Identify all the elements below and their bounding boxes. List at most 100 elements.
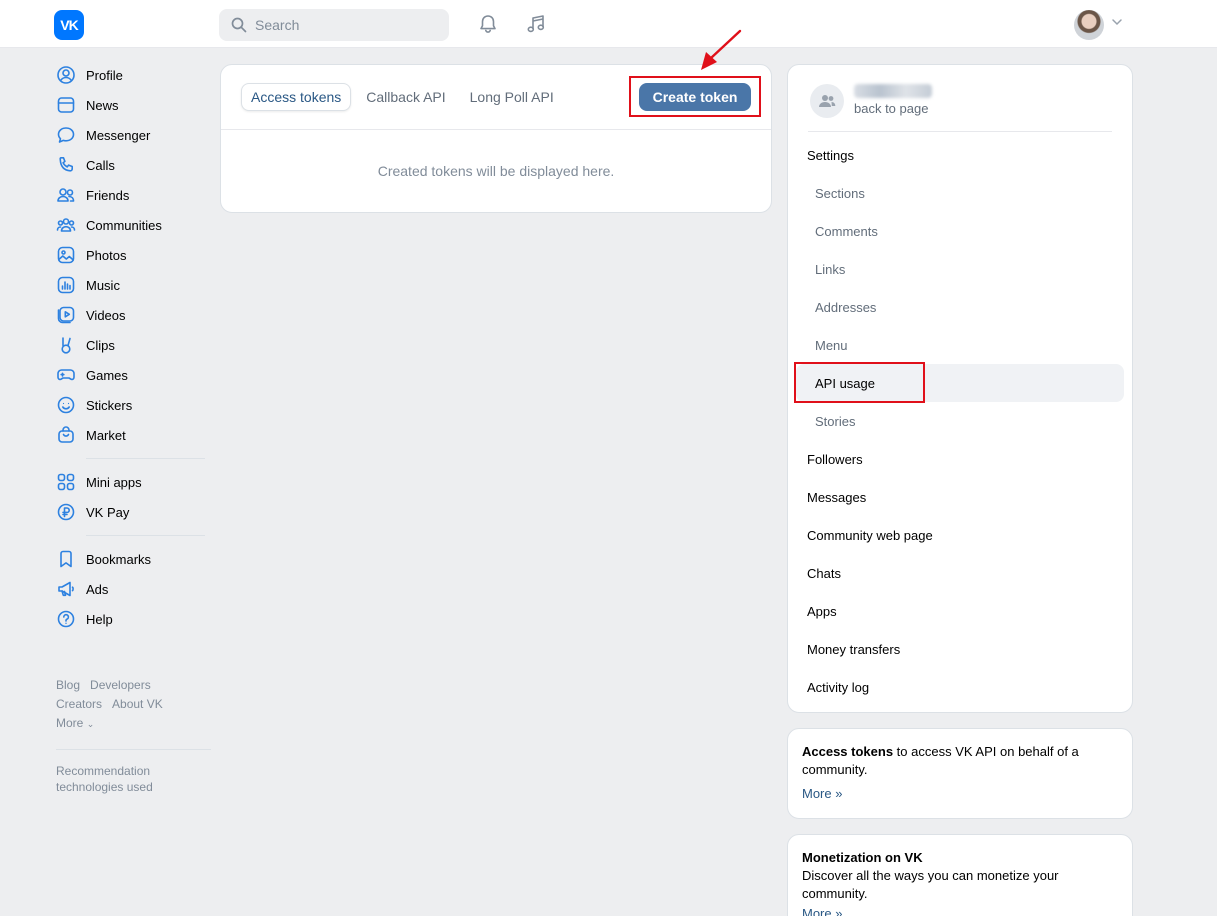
search-input[interactable]	[255, 17, 435, 33]
nav-item-label: Calls	[86, 157, 115, 173]
nav-item-photos[interactable]: Photos	[54, 240, 209, 270]
bell-icon[interactable]	[476, 12, 500, 36]
user-circle-icon	[54, 63, 78, 87]
nav-item-vk-pay[interactable]: VK Pay	[54, 497, 209, 527]
footer-link-about[interactable]: About VK	[112, 697, 163, 711]
settings-menu-money-transfers[interactable]: Money transfers	[788, 630, 1132, 668]
back-to-page-link[interactable]: back to page	[854, 101, 928, 116]
footer-link-blog[interactable]: Blog	[56, 678, 80, 692]
users-icon	[54, 183, 78, 207]
settings-menu-followers[interactable]: Followers	[788, 440, 1132, 478]
nav-item-news[interactable]: News	[54, 90, 209, 120]
info-text-monetization: Discover all the ways you can monetize y…	[802, 868, 1059, 901]
footer-link-creators[interactable]: Creators	[56, 697, 102, 711]
nav-item-label: Messenger	[86, 127, 151, 143]
nav-item-label: Help	[86, 611, 113, 627]
tab-access-tokens[interactable]: Access tokens	[241, 83, 352, 111]
nav-divider	[86, 458, 205, 459]
nav-item-label: Profile	[86, 67, 123, 83]
community-users-icon	[819, 95, 836, 107]
settings-menu-addresses[interactable]: Addresses	[788, 288, 1132, 326]
info-title-access: Access tokens	[802, 744, 894, 759]
settings-menu-apps[interactable]: Apps	[788, 592, 1132, 630]
left-navigation: Profile News Messenger Calls Friends Communit…	[54, 60, 209, 634]
nav-item-ads[interactable]: Ads	[54, 574, 209, 604]
nav-item-stickers[interactable]: Stickers	[54, 390, 209, 420]
phone-icon	[54, 153, 78, 177]
image-icon	[54, 243, 78, 267]
settings-menu-menu[interactable]: Menu	[788, 326, 1132, 364]
nav-item-clips[interactable]: Clips	[54, 330, 209, 360]
footer-link-more[interactable]: More ⌄	[56, 716, 94, 730]
monetization-info-card: Monetization on VK Discover all the ways…	[787, 834, 1133, 916]
settings-menu-stories[interactable]: Stories	[788, 402, 1132, 440]
settings-menu-activity-log[interactable]: Activity log	[788, 668, 1132, 706]
nav-item-label: Clips	[86, 337, 115, 353]
help-icon	[54, 607, 78, 631]
search-box[interactable]	[219, 9, 449, 41]
footer-links: Blog Developers Creators About VK More ⌄	[56, 676, 206, 734]
nav-item-messenger[interactable]: Messenger	[54, 120, 209, 150]
video-icon	[54, 303, 78, 327]
api-usage-highlight-box	[794, 362, 925, 403]
create-token-highlight-box	[629, 76, 761, 117]
nav-item-mini-apps[interactable]: Mini apps	[54, 467, 209, 497]
gamepad-icon	[54, 363, 78, 387]
nav-item-music[interactable]: Music	[54, 270, 209, 300]
nav-item-market[interactable]: Market	[54, 420, 209, 450]
nav-item-label: Friends	[86, 187, 130, 203]
more-link-monetization[interactable]: More »	[802, 905, 1118, 916]
ruble-icon	[54, 500, 78, 524]
chat-bubble-icon	[54, 123, 78, 147]
nav-item-communities[interactable]: Communities	[54, 210, 209, 240]
nav-item-label: Music	[86, 277, 120, 293]
settings-menu-comments[interactable]: Comments	[788, 212, 1132, 250]
community-avatar[interactable]	[810, 84, 844, 118]
grid-icon	[54, 470, 78, 494]
music-note-icon[interactable]	[524, 12, 548, 36]
chevron-down-icon[interactable]	[1111, 18, 1123, 26]
settings-menu-chats[interactable]: Chats	[788, 554, 1132, 592]
nav-item-calls[interactable]: Calls	[54, 150, 209, 180]
nav-item-bookmarks[interactable]: Bookmarks	[54, 544, 209, 574]
more-link-access[interactable]: More »	[802, 785, 1118, 803]
recommendation-link[interactable]: Recommendation technologies used	[56, 763, 206, 795]
bookmark-icon	[54, 547, 78, 571]
api-tabs: Access tokens Callback API Long Poll API	[241, 83, 569, 111]
top-header: VK	[0, 0, 1217, 48]
megaphone-icon	[54, 577, 78, 601]
info-title-monetization: Monetization on VK	[802, 850, 923, 865]
access-tokens-info-card: Access tokens to access VK API on behalf…	[787, 728, 1133, 819]
chevron-down-icon: ⌄	[86, 719, 95, 729]
nav-item-friends[interactable]: Friends	[54, 180, 209, 210]
tab-long-poll-api[interactable]: Long Poll API	[461, 83, 563, 111]
community-name-blurred	[854, 84, 932, 98]
vk-logo[interactable]: VK	[54, 10, 84, 40]
tab-callback-api[interactable]: Callback API	[357, 83, 454, 111]
settings-menu-settings[interactable]: Settings	[788, 136, 1132, 174]
settings-menu-messages[interactable]: Messages	[788, 478, 1132, 516]
bag-icon	[54, 423, 78, 447]
nav-item-videos[interactable]: Videos	[54, 300, 209, 330]
nav-item-label: VK Pay	[86, 504, 130, 520]
nav-item-label: Ads	[86, 581, 109, 597]
settings-menu-community-web-page[interactable]: Community web page	[788, 516, 1132, 554]
footer-divider	[56, 749, 211, 750]
nav-item-games[interactable]: Games	[54, 360, 209, 390]
nav-item-profile[interactable]: Profile	[54, 60, 209, 90]
news-icon	[54, 93, 78, 117]
nav-item-label: Games	[86, 367, 128, 383]
music-icon	[54, 273, 78, 297]
smile-icon	[54, 393, 78, 417]
communities-icon	[54, 213, 78, 237]
user-avatar[interactable]	[1074, 10, 1104, 40]
nav-item-label: Videos	[86, 307, 126, 323]
settings-menu-links[interactable]: Links	[788, 250, 1132, 288]
footer-link-developers[interactable]: Developers	[90, 678, 151, 692]
nav-item-label: Mini apps	[86, 474, 142, 490]
card-divider	[221, 129, 771, 130]
settings-menu-sections[interactable]: Sections	[788, 174, 1132, 212]
nav-item-label: Bookmarks	[86, 551, 152, 567]
nav-item-help[interactable]: Help	[54, 604, 209, 634]
empty-tokens-message: Created tokens will be displayed here.	[377, 163, 615, 179]
